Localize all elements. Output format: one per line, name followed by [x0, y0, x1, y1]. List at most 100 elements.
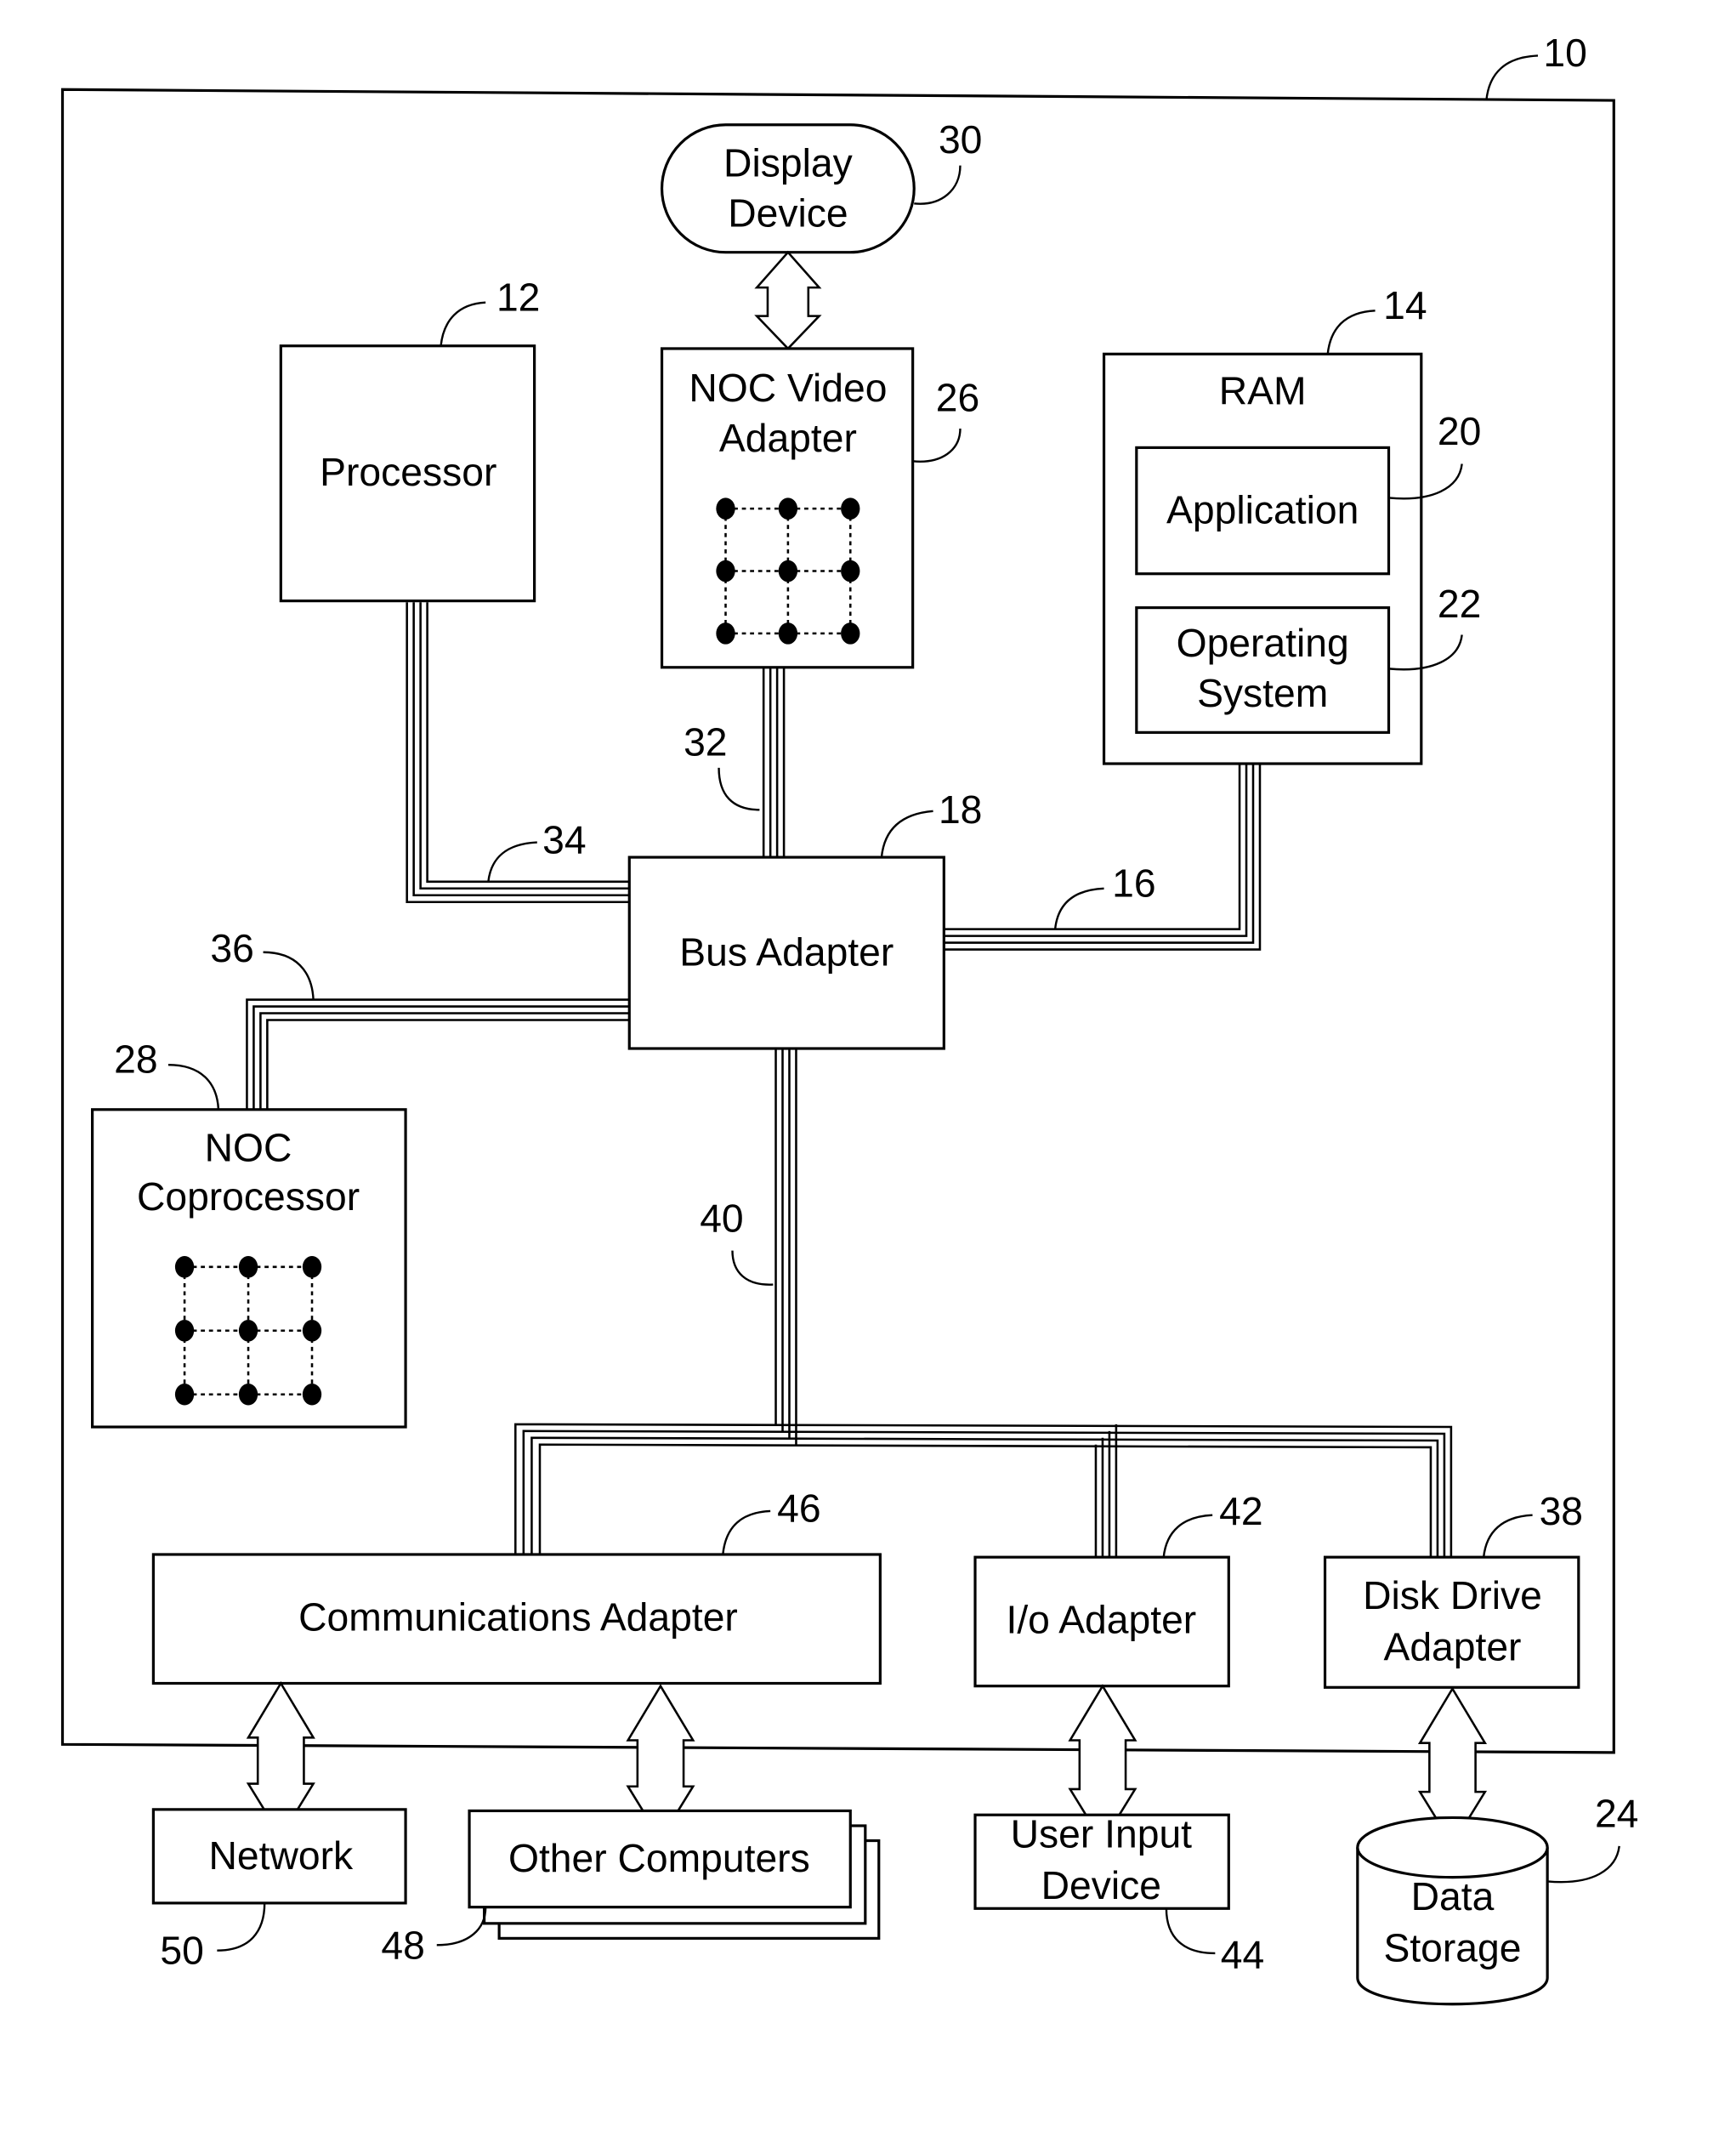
disk-drive-adapter: Disk Drive Adapter	[1323, 1555, 1580, 1689]
noc-video-adapter: NOC Video Adapter	[660, 347, 915, 669]
disk-drive-adapter-label-line1: Disk Drive	[1363, 1573, 1542, 1617]
mesh-node	[302, 1320, 322, 1342]
user-input-device-label-line1: User Input	[1011, 1812, 1193, 1856]
mesh-node	[778, 497, 798, 520]
noc-coprocessor-label-line2: Coprocessor	[137, 1174, 360, 1219]
data-storage-label-line1: Data	[1411, 1874, 1495, 1918]
noc-coprocessor-ref: 28	[114, 1037, 157, 1082]
user-input-device-ref-leader	[1165, 1908, 1216, 1955]
ram-ref: 14	[1383, 283, 1427, 327]
application: Application	[1135, 446, 1391, 576]
communications-adapter-ref: 46	[777, 1486, 820, 1531]
disk-drive-adapter-ref-leader	[1482, 1514, 1533, 1558]
memory-bus-ref-leader	[1053, 887, 1104, 929]
processor: Processor	[279, 344, 536, 603]
communications-adapter: Communications Adapter	[151, 1553, 882, 1685]
processor-ref: 12	[496, 275, 540, 319]
mesh-node	[716, 497, 735, 520]
noc-video-adapter-ref-leader	[912, 429, 962, 463]
communications-adapter-ref-leader	[722, 1509, 771, 1555]
mesh-node	[174, 1320, 195, 1342]
disk-drive-adapter-ref: 38	[1540, 1489, 1583, 1533]
noc-video-adapter-label-line2: Adapter	[719, 416, 857, 460]
mesh-node	[778, 622, 798, 645]
display-device: Display Device	[660, 123, 916, 254]
user-input-device-label-line2: Device	[1041, 1863, 1161, 1907]
ram-label: RAM	[1219, 368, 1307, 412]
other-computers: Other Computers	[468, 1809, 881, 1940]
mesh-node	[841, 622, 860, 645]
expansion-bus-ref: 40	[700, 1196, 743, 1240]
data-storage-label-line2: Storage	[1383, 1925, 1521, 1969]
operating-system-label-line1: Operating	[1177, 621, 1349, 665]
bus-adapter-ref: 18	[939, 787, 982, 832]
mesh-node	[238, 1383, 258, 1406]
network-ref: 50	[160, 1929, 203, 1973]
network: Network	[151, 1808, 407, 1905]
display-device-ref: 30	[939, 117, 982, 162]
noc-coprocessor: NOC Coprocessor	[91, 1108, 407, 1429]
display-link-arrow	[754, 250, 822, 350]
io-adapter-ref: 42	[1219, 1489, 1262, 1533]
other-computers-label: Other Computers	[508, 1836, 810, 1880]
data-storage-ref: 24	[1595, 1792, 1638, 1836]
noc-video-adapter-ref: 26	[936, 375, 979, 419]
video-bus-ref-leader	[718, 767, 760, 811]
network-label: Network	[209, 1833, 354, 1878]
mesh-node	[238, 1256, 258, 1278]
application-label: Application	[1166, 488, 1359, 532]
front-side-bus	[406, 602, 630, 904]
front-side-bus-ref: 34	[542, 817, 586, 861]
data-storage: Data Storage	[1356, 1816, 1549, 2006]
mesh-node	[302, 1256, 322, 1278]
io-adapter-label: I/o Adapter	[1006, 1597, 1196, 1641]
user-input-device: User Input Device	[973, 1812, 1230, 1910]
coprocessor-bus	[246, 998, 630, 1110]
operating-system-label-line2: System	[1197, 671, 1328, 715]
coprocessor-bus-ref: 36	[210, 926, 253, 970]
coprocessor-bus-ref-leader	[263, 951, 315, 1000]
io-adapter: I/o Adapter	[973, 1555, 1230, 1688]
memory-bus	[944, 764, 1262, 951]
expansion-bus	[514, 1049, 1453, 1558]
noc-coprocessor-label-line1: NOC	[205, 1125, 292, 1169]
system-ref: 10	[1543, 31, 1586, 75]
mesh-node	[302, 1383, 322, 1406]
display-device-label-line1: Display	[723, 140, 854, 185]
application-ref: 20	[1438, 409, 1481, 453]
system-block-diagram: 10 Display Device 30 Processor 12 NOC Vi…	[60, 31, 1638, 2006]
display-device-ref-leader	[914, 165, 962, 205]
mesh-node	[174, 1256, 195, 1278]
processor-label: Processor	[320, 450, 496, 494]
display-device-label-line2: Device	[728, 190, 848, 235]
mesh-node	[841, 560, 860, 583]
bus-adapter: Bus Adapter	[627, 855, 945, 1050]
video-bus-ref: 32	[684, 719, 727, 764]
other-computers-ref-leader	[436, 1907, 487, 1947]
io-adapter-ref-leader	[1162, 1514, 1213, 1558]
mesh-node	[716, 622, 735, 645]
operating-system-ref: 22	[1438, 582, 1481, 626]
mesh-node	[716, 560, 735, 583]
noc-coprocessor-ref-leader	[167, 1063, 220, 1110]
disk-drive-adapter-label-line2: Adapter	[1383, 1624, 1521, 1668]
mesh-node	[174, 1383, 195, 1406]
noc-video-adapter-label-line1: NOC Video	[689, 366, 887, 410]
front-side-bus-ref-leader	[487, 841, 537, 882]
operating-system: Operating System	[1135, 606, 1391, 734]
processor-ref-leader	[440, 301, 486, 346]
bus-adapter-ref-leader	[880, 810, 933, 858]
mesh-node	[778, 560, 798, 583]
expansion-bus-ref-leader	[731, 1250, 774, 1286]
user-input-device-ref: 44	[1221, 1932, 1264, 1976]
bus-adapter-label: Bus Adapter	[679, 930, 894, 975]
mesh-node	[238, 1320, 258, 1342]
network-ref-leader	[217, 1902, 266, 1952]
memory-bus-ref: 16	[1112, 861, 1155, 905]
ram-ref-leader	[1326, 310, 1376, 355]
mesh-node	[841, 497, 860, 520]
system-ref-leader	[1485, 54, 1539, 101]
video-bus	[762, 667, 786, 858]
other-computers-ref: 48	[381, 1923, 424, 1967]
communications-adapter-label: Communications Adapter	[298, 1594, 738, 1639]
